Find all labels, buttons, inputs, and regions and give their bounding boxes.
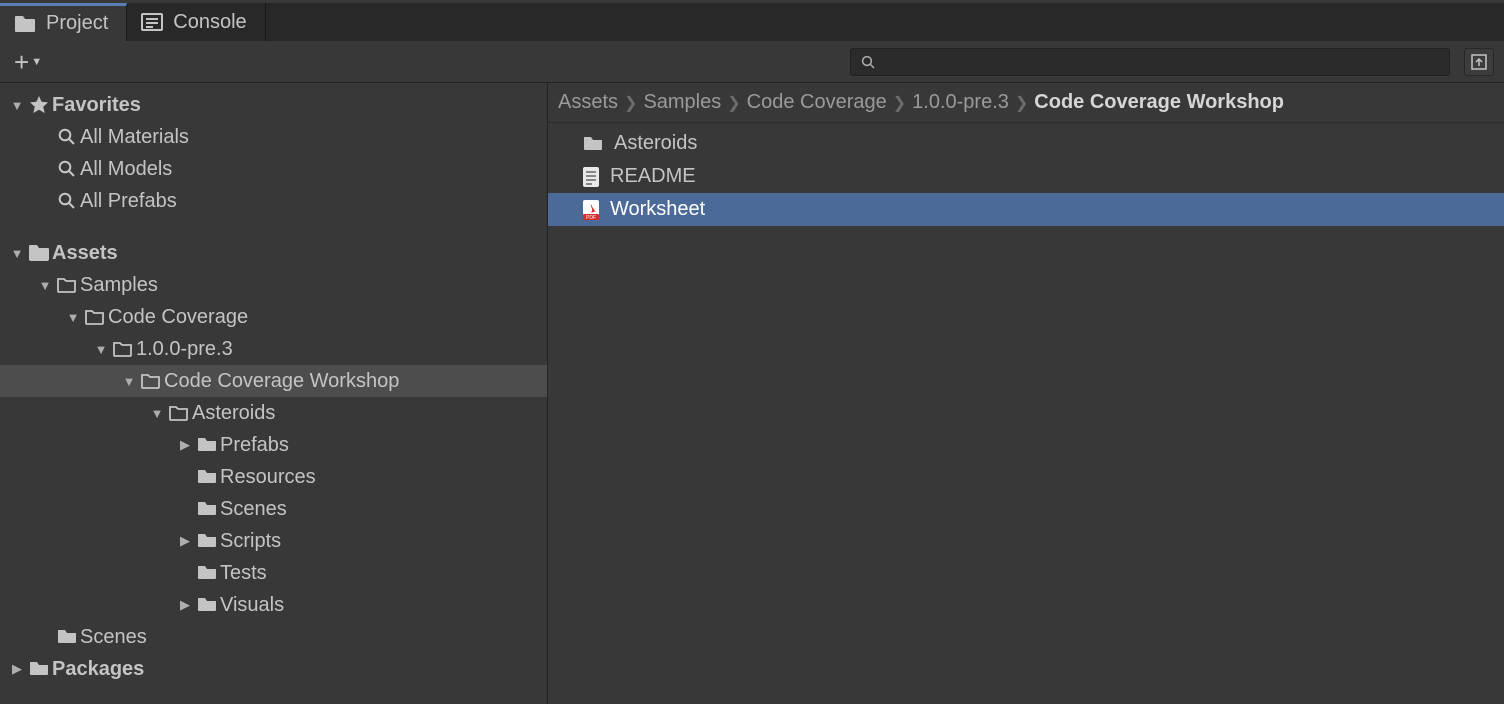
- folder-icon: [194, 436, 220, 454]
- search-icon: [54, 192, 80, 210]
- search-icon: [861, 55, 875, 69]
- tree-prefabs[interactable]: ▶ Prefabs: [0, 429, 547, 461]
- breadcrumb-item[interactable]: Assets: [558, 91, 618, 114]
- tree-all-materials[interactable]: All Materials: [0, 121, 547, 153]
- folder-icon: [194, 500, 220, 518]
- tree-version[interactable]: ▼ 1.0.0-pre.3: [0, 333, 547, 365]
- folder-icon: [26, 244, 52, 262]
- expand-icon: [1470, 53, 1488, 71]
- chevron-down-icon[interactable]: ▼: [148, 406, 166, 421]
- folder-icon: [54, 628, 80, 646]
- tree-scenes[interactable]: Scenes: [0, 493, 547, 525]
- breadcrumb-item[interactable]: 1.0.0-pre.3: [912, 91, 1009, 114]
- folder-icon: [14, 15, 36, 33]
- chevron-right-icon[interactable]: ▶: [176, 437, 194, 453]
- tree-packages[interactable]: ▶ Packages: [0, 653, 547, 685]
- file-worksheet[interactable]: PDF Worksheet: [548, 193, 1504, 226]
- folder-open-icon: [138, 372, 164, 390]
- folder-open-icon: [54, 276, 80, 294]
- breadcrumb-item[interactable]: Samples: [643, 91, 721, 114]
- tab-bar: Project Console: [0, 3, 1504, 41]
- folder-icon: [26, 660, 52, 678]
- tree-visuals[interactable]: ▶ Visuals: [0, 589, 547, 621]
- chevron-right-icon: ❯: [893, 93, 906, 113]
- chevron-right-icon: ❯: [624, 93, 637, 113]
- project-tree: ▼ Favorites All Materials All Models: [0, 83, 548, 704]
- tree-asteroids[interactable]: ▼ Asteroids: [0, 397, 547, 429]
- content-panel: Assets ❯ Samples ❯ Code Coverage ❯ 1.0.0…: [548, 83, 1504, 704]
- svg-text:PDF: PDF: [586, 215, 596, 221]
- search-input[interactable]: [881, 53, 1439, 71]
- tree-code-coverage[interactable]: ▼ Code Coverage: [0, 301, 547, 333]
- folder-icon: [194, 564, 220, 582]
- toolbar: + ▼: [0, 41, 1504, 83]
- chevron-right-icon: ❯: [1015, 93, 1028, 113]
- text-file-icon: [582, 166, 600, 188]
- add-button[interactable]: + ▼: [10, 49, 46, 75]
- file-readme[interactable]: README: [548, 160, 1504, 193]
- tab-console[interactable]: Console: [127, 3, 265, 41]
- tree-all-models[interactable]: All Models: [0, 153, 547, 185]
- tree-workshop[interactable]: ▼ Code Coverage Workshop: [0, 365, 547, 397]
- pdf-file-icon: PDF: [582, 199, 600, 221]
- console-icon: [141, 13, 163, 31]
- tree-assets[interactable]: ▼ Assets: [0, 237, 547, 269]
- chevron-down-icon[interactable]: ▼: [64, 310, 82, 325]
- chevron-down-icon[interactable]: ▼: [120, 374, 138, 389]
- dropdown-icon: ▼: [31, 56, 42, 68]
- tree-scenes2[interactable]: Scenes: [0, 621, 547, 653]
- chevron-down-icon[interactable]: ▼: [36, 278, 54, 293]
- folder-icon: [194, 532, 220, 550]
- folder-icon: [194, 596, 220, 614]
- plus-icon: +: [14, 49, 29, 75]
- file-list: Asteroids README PDF Worksheet: [548, 123, 1504, 704]
- chevron-right-icon[interactable]: ▶: [176, 597, 194, 613]
- breadcrumb-item-current[interactable]: Code Coverage Workshop: [1034, 91, 1284, 114]
- search-field[interactable]: [850, 48, 1450, 76]
- folder-icon: [582, 135, 604, 153]
- chevron-right-icon: ❯: [727, 93, 740, 113]
- folder-open-icon: [110, 340, 136, 358]
- folder-open-icon: [166, 404, 192, 422]
- breadcrumb-item[interactable]: Code Coverage: [747, 91, 887, 114]
- tree-samples[interactable]: ▼ Samples: [0, 269, 547, 301]
- tab-console-label: Console: [173, 11, 246, 34]
- search-icon: [54, 128, 80, 146]
- tab-project[interactable]: Project: [0, 3, 127, 41]
- breadcrumb: Assets ❯ Samples ❯ Code Coverage ❯ 1.0.0…: [548, 83, 1504, 123]
- chevron-down-icon[interactable]: ▼: [8, 98, 26, 113]
- chevron-right-icon[interactable]: ▶: [8, 661, 26, 677]
- folder-open-icon: [82, 308, 108, 326]
- star-icon: [26, 95, 52, 115]
- folder-icon: [194, 468, 220, 486]
- chevron-down-icon[interactable]: ▼: [8, 246, 26, 261]
- tree-resources[interactable]: Resources: [0, 461, 547, 493]
- tree-scripts[interactable]: ▶ Scripts: [0, 525, 547, 557]
- tree-tests[interactable]: Tests: [0, 557, 547, 589]
- tab-project-label: Project: [46, 12, 108, 35]
- hidden-packages-button[interactable]: [1464, 48, 1494, 76]
- chevron-down-icon[interactable]: ▼: [92, 342, 110, 357]
- search-icon: [54, 160, 80, 178]
- file-asteroids[interactable]: Asteroids: [548, 127, 1504, 160]
- tree-all-prefabs[interactable]: All Prefabs: [0, 185, 547, 217]
- chevron-right-icon[interactable]: ▶: [176, 533, 194, 549]
- tree-favorites[interactable]: ▼ Favorites: [0, 89, 547, 121]
